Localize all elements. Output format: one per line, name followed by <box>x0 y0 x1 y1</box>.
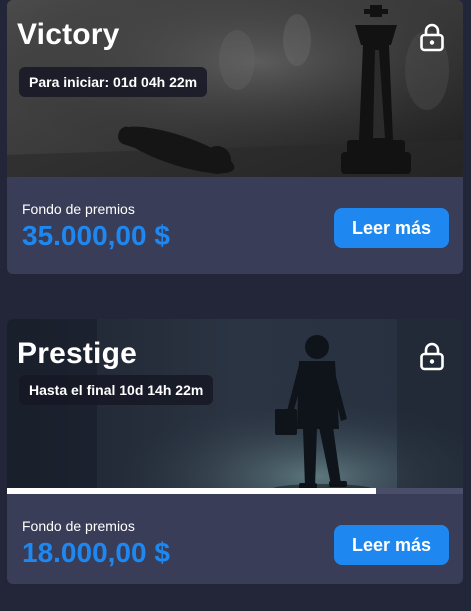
prize-pool-label: Fondo de premios <box>22 518 135 534</box>
card-footer: Fondo de premios 35.000,00 $ Leer más <box>7 177 463 267</box>
read-more-button[interactable]: Leer más <box>334 208 449 248</box>
card-title: Prestige <box>17 337 137 370</box>
card-hero-image: Prestige Hasta el final 10d 14h 22m <box>7 319 463 494</box>
lock-icon <box>420 342 444 371</box>
card-title: Victory <box>17 18 120 51</box>
read-more-button[interactable]: Leer más <box>334 525 449 565</box>
prize-pool-label: Fondo de premios <box>22 201 135 217</box>
tournament-card-victory: Victory Para iniciar: 01d 04h 22m Fondo … <box>7 0 463 274</box>
prize-pool-value: 18.000,00 $ <box>22 537 170 568</box>
card-footer: Fondo de premios 18.000,00 $ Leer más <box>7 494 463 584</box>
card-hero-image: Victory Para iniciar: 01d 04h 22m <box>7 0 463 177</box>
lock-icon <box>420 23 444 52</box>
prize-pool-value: 35.000,00 $ <box>22 220 170 251</box>
tournament-card-prestige: Prestige Hasta el final 10d 14h 22m Fond… <box>7 319 463 584</box>
end-countdown-badge: Hasta el final 10d 14h 22m <box>19 375 214 405</box>
start-countdown-badge: Para iniciar: 01d 04h 22m <box>19 67 208 97</box>
